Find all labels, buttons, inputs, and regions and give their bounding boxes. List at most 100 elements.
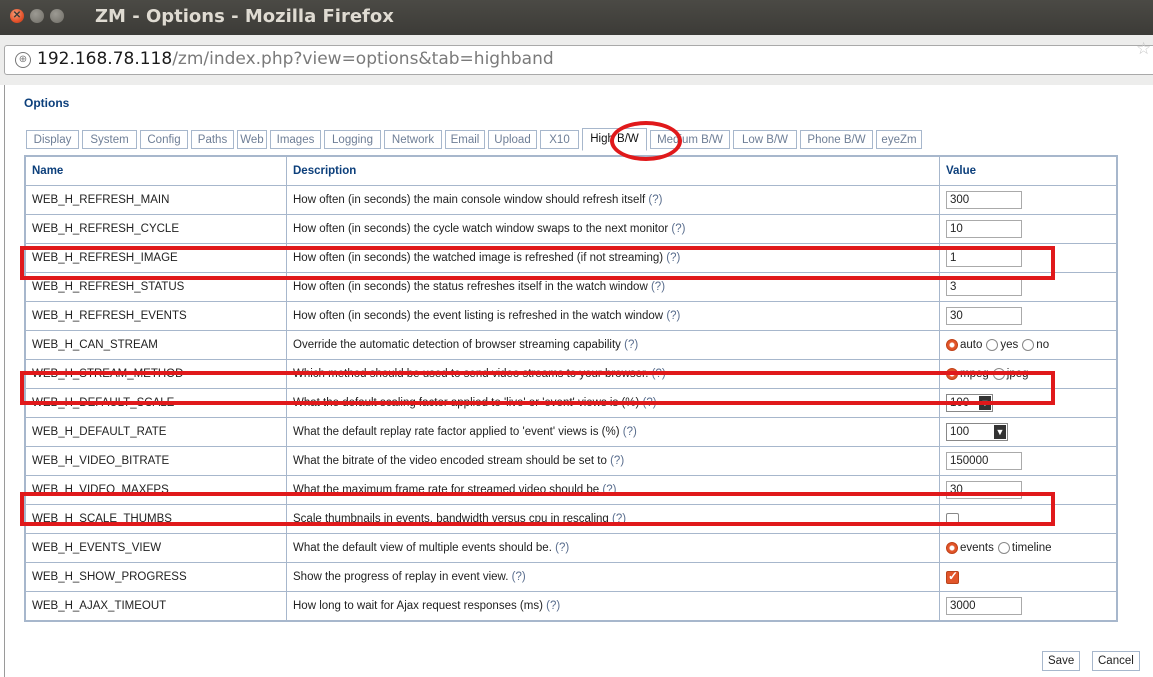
- chevron-down-icon[interactable]: ▼: [994, 425, 1006, 439]
- option-name: WEB_H_REFRESH_EVENTS: [25, 301, 287, 331]
- option-value-cell: 3000: [939, 591, 1117, 621]
- url-text: 192.168.78.118/zm/index.php?view=options…: [37, 49, 554, 69]
- option-description-cell: How often (in seconds) the cycle watch w…: [286, 214, 940, 244]
- help-link[interactable]: (?): [555, 542, 569, 554]
- bookmark-star-icon[interactable]: ☆: [1136, 39, 1151, 59]
- page-title: Options: [24, 96, 70, 110]
- option-description: What the bitrate of the video encoded st…: [293, 455, 607, 467]
- table-row: WEB_H_VIDEO_BITRATE What the bitrate of t…: [25, 446, 1117, 476]
- highlight-box-video-maxfps: [20, 492, 1055, 526]
- option-description-cell: Override the automatic detection of brow…: [286, 330, 940, 360]
- option-select[interactable]: 100 ▼: [946, 423, 1008, 441]
- option-value-cell: 300: [939, 185, 1117, 215]
- tab-paths[interactable]: Paths: [191, 130, 234, 149]
- table-row: WEB_H_AJAX_TIMEOUT How long to wait for A…: [25, 591, 1117, 621]
- tab-web[interactable]: Web: [237, 130, 267, 149]
- option-description: How often (in seconds) the status refres…: [293, 281, 648, 293]
- radio-events[interactable]: [946, 541, 958, 554]
- address-bar[interactable]: ⊕ 192.168.78.118/zm/index.php?view=optio…: [4, 45, 1153, 75]
- option-text-input[interactable]: 3000: [946, 597, 1022, 615]
- tab-upload[interactable]: Upload: [488, 130, 537, 149]
- tab-x10[interactable]: X10: [540, 130, 579, 149]
- highlight-box-refresh-image: [20, 246, 1055, 280]
- option-description: Override the automatic detection of brow…: [293, 339, 621, 351]
- option-checkbox[interactable]: [946, 569, 959, 584]
- option-text-input[interactable]: 150000: [946, 452, 1022, 470]
- option-value-cell: auto yes no: [939, 330, 1117, 360]
- option-description-cell: What the bitrate of the video encoded st…: [286, 446, 940, 476]
- radio-yes[interactable]: [986, 338, 999, 351]
- radio-timeline[interactable]: [997, 541, 1010, 554]
- help-link[interactable]: (?): [623, 426, 637, 438]
- help-link[interactable]: (?): [624, 339, 638, 351]
- option-name: WEB_H_REFRESH_CYCLE: [25, 214, 287, 244]
- globe-icon: ⊕: [15, 52, 31, 68]
- table-row: WEB_H_SHOW_PROGRESS Show the progress of …: [25, 562, 1117, 592]
- tab-logging[interactable]: Logging: [324, 130, 381, 149]
- option-description-cell: How often (in seconds) the event listing…: [286, 301, 940, 331]
- option-name: WEB_H_AJAX_TIMEOUT: [25, 591, 287, 621]
- help-link[interactable]: (?): [671, 223, 685, 235]
- tab-images[interactable]: Images: [270, 130, 321, 149]
- tab-eyezm[interactable]: eyeZm: [876, 130, 922, 149]
- option-description: How often (in seconds) the cycle watch w…: [293, 223, 669, 235]
- option-description: How long to wait for Ajax request respon…: [293, 600, 543, 612]
- help-link[interactable]: (?): [546, 600, 560, 612]
- highlight-box-stream-method: [20, 371, 1055, 405]
- tab-low-b-w[interactable]: Low B/W: [733, 130, 797, 149]
- table-row: WEB_H_DEFAULT_RATE What the default repla…: [25, 417, 1117, 447]
- navigation-toolbar: ⊕ 192.168.78.118/zm/index.php?view=optio…: [0, 35, 1153, 85]
- option-value-cell: events timeline: [939, 533, 1117, 563]
- option-description: Show the progress of replay in event vie…: [293, 571, 509, 583]
- tab-network[interactable]: Network: [384, 130, 442, 149]
- maximize-window-button[interactable]: [50, 9, 64, 23]
- option-text-input[interactable]: 10: [946, 220, 1022, 238]
- option-name: WEB_H_DEFAULT_RATE: [25, 417, 287, 447]
- close-icon: ✕: [12, 10, 22, 21]
- tab-system[interactable]: System: [82, 130, 137, 149]
- page-left-border: [4, 85, 5, 677]
- table-row: WEB_H_EVENTS_VIEW What the default view o…: [25, 533, 1117, 563]
- tab-email[interactable]: Email: [445, 130, 485, 149]
- option-description: What the default view of multiple events…: [293, 542, 552, 554]
- table-header-row: Name Description Value: [25, 156, 1117, 186]
- radio-label-events: events: [960, 541, 994, 554]
- tab-phone-b-w[interactable]: Phone B/W: [800, 130, 873, 149]
- cancel-button[interactable]: Cancel: [1092, 651, 1140, 671]
- table-row: WEB_H_CAN_STREAM Override the automatic d…: [25, 330, 1117, 360]
- option-description: How often (in seconds) the main console …: [293, 194, 646, 206]
- option-value-cell: 10: [939, 214, 1117, 244]
- option-name: WEB_H_VIDEO_BITRATE: [25, 446, 287, 476]
- help-link[interactable]: (?): [666, 310, 680, 322]
- minimize-window-button[interactable]: [30, 9, 44, 23]
- help-link[interactable]: (?): [610, 455, 624, 467]
- option-text-input[interactable]: 300: [946, 191, 1022, 209]
- option-description: What the default replay rate factor appl…: [293, 426, 620, 438]
- option-value-cell: [939, 562, 1117, 592]
- option-name: WEB_H_REFRESH_MAIN: [25, 185, 287, 215]
- tab-display[interactable]: Display: [26, 130, 79, 149]
- window-titlebar: ✕ ZM - Options - Mozilla Firefox: [0, 0, 1153, 35]
- help-link[interactable]: (?): [648, 194, 662, 206]
- help-link[interactable]: (?): [651, 281, 665, 293]
- option-description-cell: How long to wait for Ajax request respon…: [286, 591, 940, 621]
- option-name: WEB_H_SHOW_PROGRESS: [25, 562, 287, 592]
- column-header-value: Value: [939, 156, 1117, 186]
- option-text-input[interactable]: 30: [946, 307, 1022, 325]
- url-path: /zm/index.php?view=options&tab=highband: [172, 49, 554, 69]
- table-row: WEB_H_REFRESH_MAIN How often (in seconds)…: [25, 185, 1117, 215]
- option-text-input[interactable]: 3: [946, 278, 1022, 296]
- option-value-cell: 100 ▼: [939, 417, 1117, 447]
- option-name: WEB_H_EVENTS_VIEW: [25, 533, 287, 563]
- option-description-cell: What the default view of multiple events…: [286, 533, 940, 563]
- radio-auto[interactable]: [946, 338, 958, 351]
- window-title: ZM - Options - Mozilla Firefox: [95, 6, 394, 27]
- tab-config[interactable]: Config: [140, 130, 188, 149]
- highlight-oval-active-tab: [610, 121, 682, 161]
- help-link[interactable]: (?): [512, 571, 526, 583]
- save-button[interactable]: Save: [1042, 651, 1081, 671]
- option-value-cell: 30: [939, 301, 1117, 331]
- radio-no[interactable]: [1022, 338, 1035, 351]
- close-window-button[interactable]: ✕: [10, 9, 24, 23]
- option-value-cell: 150000: [939, 446, 1117, 476]
